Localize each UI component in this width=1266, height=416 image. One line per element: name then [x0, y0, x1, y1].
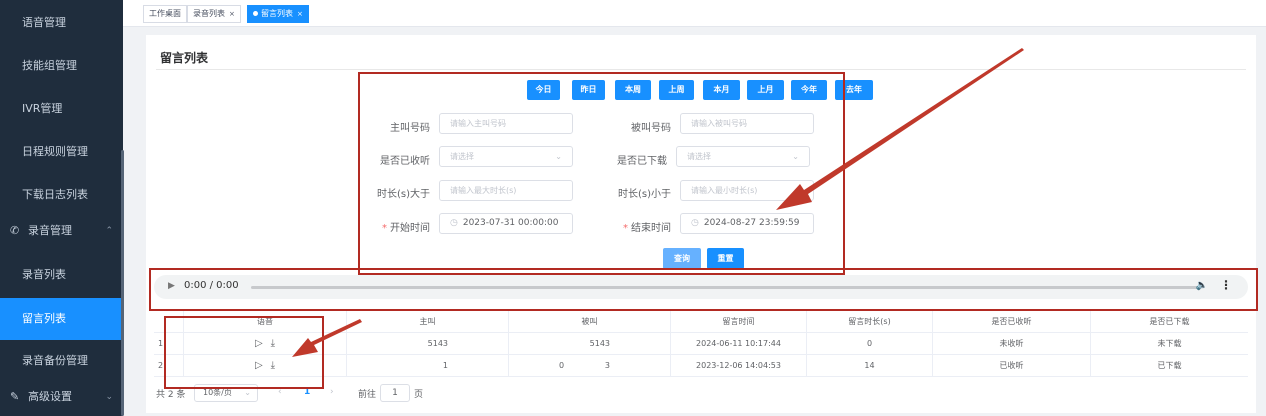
tab-bar: 工作桌面 录音列表 × 留言列表 × [123, 0, 1266, 27]
duration-cell: 0 [807, 333, 933, 355]
caller-cell: 5143 [347, 333, 509, 355]
sidebar-item-skill-group[interactable]: 技能组管理 [0, 45, 123, 87]
sidebar-item-label: 下载日志列表 [22, 188, 88, 201]
sidebar-item-label: 留言列表 [22, 312, 66, 325]
callee-cell: 03 [509, 355, 671, 377]
page-title: 留言列表 [160, 51, 209, 65]
caller-cell: 1 [347, 355, 509, 377]
callee-suffix: 3 [604, 361, 610, 370]
header-callee: 被叫 [509, 311, 671, 333]
callee-prefix: 0 [559, 361, 565, 370]
sidebar-item-ivr[interactable]: IVR管理 [0, 88, 123, 130]
next-page-icon[interactable]: › [330, 387, 334, 397]
annotation-form-box [358, 72, 845, 275]
phone-icon: ✆ [10, 224, 20, 237]
goto-suffix: 页 [414, 390, 424, 400]
tab-label: 工作桌面 [149, 9, 181, 18]
tab-label: 录音列表 [193, 9, 225, 18]
header-caller: 主叫 [347, 311, 509, 333]
sidebar-item-label: 高级设置 [28, 390, 72, 403]
goto-prefix: 前往 [358, 390, 377, 400]
sidebar-item-advanced[interactable]: ✎ 高级设置 ⌄ [0, 376, 123, 416]
annotation-voice-box [164, 316, 324, 389]
page-size-value: 10条/页 [203, 388, 232, 397]
close-icon[interactable]: × [297, 10, 303, 18]
sidebar-item-label: IVR管理 [22, 102, 63, 115]
header-time: 留言时间 [671, 311, 807, 333]
sidebar-item-label: 录音管理 [28, 224, 72, 237]
chevron-up-icon: ⌃ [105, 226, 113, 236]
sidebar-item-label: 语音管理 [22, 16, 66, 29]
tab-message-list[interactable]: 留言列表 × [247, 5, 309, 23]
tab-recording-list[interactable]: 录音列表 × [187, 5, 241, 23]
sidebar-item-message-list[interactable]: 留言列表 [0, 298, 123, 340]
downloaded-cell: 已下载 [1157, 361, 1182, 370]
sidebar-item-label: 日程规则管理 [22, 145, 88, 158]
header-duration: 留言时长(s) [807, 311, 933, 333]
sidebar-scrollbar[interactable] [121, 150, 124, 416]
sidebar-item-label: 录音列表 [22, 268, 66, 281]
listened-cell: 未收听 [933, 333, 1091, 355]
sidebar-item-label: 技能组管理 [22, 59, 77, 72]
tab-label: 留言列表 [261, 9, 293, 18]
sidebar-item-label: 录音备份管理 [22, 354, 88, 367]
close-icon[interactable]: × [229, 10, 235, 18]
sidebar-item-recording-mgmt[interactable]: ✆ 录音管理 ⌃ [0, 210, 123, 252]
sidebar-item-voice[interactable]: 语音管理 [0, 2, 123, 44]
active-dot-icon [253, 11, 258, 16]
pen-icon: ✎ [10, 390, 20, 403]
sidebar: 语音管理 技能组管理 IVR管理 日程规则管理 下载日志列表 ✆ 录音管理 ⌃ 录… [0, 0, 124, 416]
time-cell: 2024-06-11 10:17:44 [671, 333, 807, 355]
callee-cell: 5143 [509, 333, 671, 355]
header-listened: 是否已收听 [933, 311, 1091, 333]
chevron-down-icon: ⌄ [105, 392, 113, 402]
header-downloaded: 是否已下载 [1149, 317, 1190, 326]
sidebar-item-recording-list[interactable]: 录音列表 [0, 254, 123, 296]
goto-page-input[interactable]: 1 [380, 384, 410, 402]
downloaded-cell: 未下载 [1157, 339, 1182, 348]
sidebar-item-schedule[interactable]: 日程规则管理 [0, 131, 123, 173]
tab-workspace[interactable]: 工作桌面 [143, 5, 187, 23]
listened-cell: 已收听 [933, 355, 1091, 377]
duration-cell: 14 [807, 355, 933, 377]
divider [156, 69, 1246, 70]
annotation-player-box [149, 268, 1258, 311]
time-cell: 2023-12-06 14:04:53 [671, 355, 807, 377]
